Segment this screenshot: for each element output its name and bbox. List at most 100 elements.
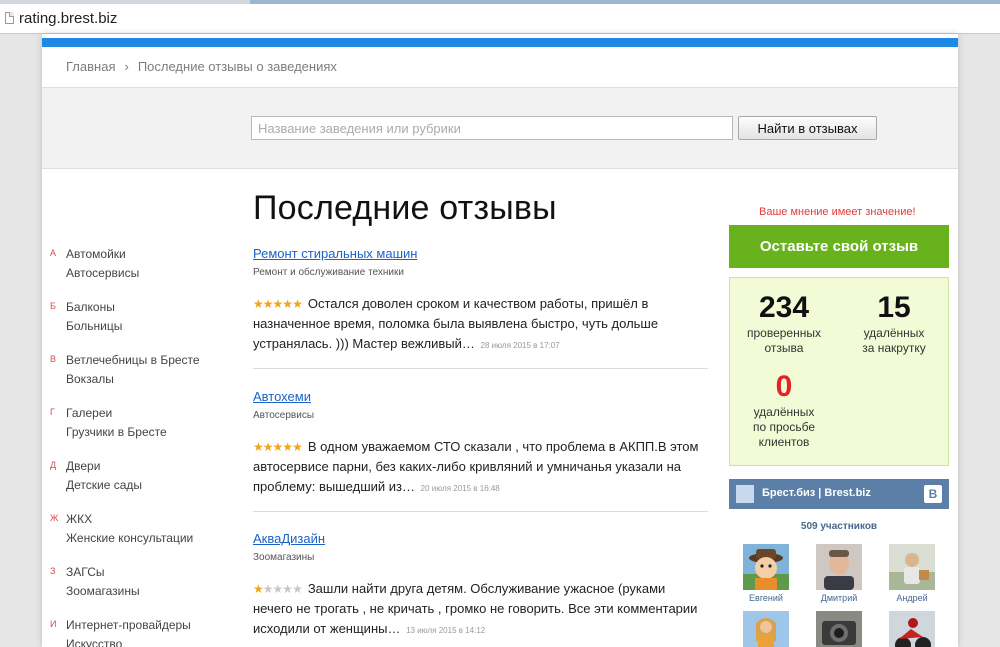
- business-link[interactable]: Автохеми: [253, 389, 311, 404]
- search-button[interactable]: Найти в отзывах: [738, 116, 877, 140]
- business-link[interactable]: АкваДизайн: [253, 531, 325, 546]
- alpha-group: Б Балконы Больницы: [50, 297, 240, 350]
- alpha-letter: Д: [50, 460, 57, 470]
- member-avatar[interactable]: [889, 611, 935, 647]
- review-body: ★★★★★ В одном уважаемом СТО сказали , что…: [253, 437, 708, 499]
- page-icon: [5, 12, 14, 24]
- alpha-letter: А: [50, 248, 57, 258]
- review-item: Ремонт стиральных машин Ремонт и обслужи…: [253, 245, 708, 369]
- page-title: Последние отзывы: [253, 189, 557, 227]
- category-link[interactable]: Больницы: [66, 319, 122, 333]
- stat-removed-fraud: 15 удалённых за накрутку: [842, 292, 946, 356]
- rating-stars: ★★★★★: [253, 297, 303, 311]
- web-page: Главная › Последние отзывы о заведениях На…: [42, 34, 958, 647]
- stat-label: удалённых по просьбе клиентов: [752, 405, 815, 449]
- category-link[interactable]: Зоомагазины: [66, 584, 140, 598]
- category-link[interactable]: Искусство: [66, 637, 122, 647]
- stat-label: проверенных отзыва: [747, 326, 821, 355]
- category-link[interactable]: ЗАГСы: [66, 565, 105, 579]
- alpha-group: З ЗАГСы Зоомагазины: [50, 562, 240, 615]
- star-icon: ★: [262, 582, 274, 596]
- opinion-note: Ваше мнение имеет значение!: [759, 206, 916, 218]
- member-avatar[interactable]: [816, 611, 862, 647]
- top-accent-line: [42, 38, 958, 47]
- alpha-letter: В: [50, 354, 57, 364]
- star-icon: ★: [253, 440, 264, 454]
- star-icon: ★: [292, 297, 303, 311]
- vk-widget-header[interactable]: Брест.биз | Brest.biz B: [729, 479, 949, 509]
- url-text[interactable]: rating.brest.biz: [19, 10, 117, 27]
- category-link[interactable]: Автомойки: [66, 247, 126, 261]
- alpha-group: Ж ЖКХ Женские консультации: [50, 509, 240, 562]
- category-link[interactable]: ЖКХ: [66, 512, 92, 526]
- member-name[interactable]: Дмитрий: [809, 593, 869, 603]
- member-avatar[interactable]: [889, 544, 935, 590]
- stat-value: 0: [775, 370, 793, 403]
- stat-label: удалённых за накрутку: [862, 326, 926, 355]
- star-icon: ★: [282, 440, 293, 454]
- star-icon: ★: [262, 440, 274, 454]
- avatar-image: [816, 611, 862, 647]
- review-text: Остался доволен сроком и качеством работ…: [253, 296, 659, 351]
- category-link[interactable]: Балконы: [66, 300, 115, 314]
- member-avatar[interactable]: [743, 611, 789, 647]
- star-icon: ★: [253, 582, 264, 596]
- review-category: Зоомагазины: [253, 552, 315, 563]
- category-link[interactable]: Женские консультации: [66, 531, 193, 545]
- alpha-group: Д Двери Детские сады: [50, 456, 240, 509]
- breadcrumb-current: Последние отзывы о заведениях: [137, 59, 337, 74]
- leave-review-button[interactable]: Оставьте свой отзыв: [729, 225, 949, 268]
- divider: [253, 511, 708, 512]
- star-icon: ★: [292, 440, 303, 454]
- search-panel: Найти в отзывах: [42, 87, 958, 169]
- breadcrumb-home[interactable]: Главная: [66, 59, 115, 74]
- category-link[interactable]: Галереи: [66, 406, 112, 420]
- vk-icon[interactable]: B: [924, 485, 942, 503]
- review-date: 28 июля 2015 в 17:07: [480, 341, 560, 350]
- alpha-group: И Интернет-провайдеры Искусство: [50, 615, 240, 647]
- category-link[interactable]: Грузчики в Бресте: [66, 425, 167, 439]
- review-category: Ремонт и обслуживание техники: [253, 267, 404, 278]
- search-input[interactable]: [251, 116, 733, 140]
- star-icon: ★: [272, 297, 284, 311]
- avatar-image: [889, 611, 935, 647]
- star-icon: ★: [292, 582, 303, 596]
- category-link[interactable]: Двери: [66, 459, 100, 473]
- review-body: ★★★★★ Зашли найти друга детям. Обслуживан…: [253, 579, 708, 641]
- stat-verified: 234 проверенных отзыва: [732, 292, 836, 356]
- category-link[interactable]: Интернет-провайдеры: [66, 618, 191, 632]
- member-avatar[interactable]: [816, 544, 862, 590]
- alpha-letter: Б: [50, 301, 56, 311]
- alpha-group: А Автомойки Автосервисы: [50, 244, 240, 297]
- vk-group-name[interactable]: Брест.биз | Brest.biz: [762, 487, 871, 499]
- alpha-letter: Г: [50, 407, 55, 417]
- divider: [253, 368, 708, 369]
- star-icon: ★: [282, 297, 293, 311]
- category-link[interactable]: Ветлечебницы в Бресте: [66, 353, 200, 367]
- review-item: АкваДизайн Зоомагазины ★★★★★ Зашли найти …: [253, 530, 708, 641]
- avatar-image: [816, 544, 862, 590]
- vk-members-count[interactable]: 509 участников: [729, 521, 949, 532]
- member-name[interactable]: Андрей: [882, 593, 942, 603]
- category-link[interactable]: Вокзалы: [66, 372, 114, 386]
- member-avatar[interactable]: [743, 544, 789, 590]
- star-icon: ★: [262, 297, 274, 311]
- alpha-group: В Ветлечебницы в Бресте Вокзалы: [50, 350, 240, 403]
- avatar-image: [743, 611, 789, 647]
- alpha-letter: З: [50, 566, 56, 576]
- stat-value: 234: [758, 291, 810, 324]
- address-bar[interactable]: rating.brest.biz: [0, 4, 1000, 34]
- category-link[interactable]: Автосервисы: [66, 266, 139, 280]
- business-link[interactable]: Ремонт стиральных машин: [253, 246, 417, 261]
- alphabet-nav: А Автомойки Автосервисы Б Балконы Больни…: [50, 244, 240, 647]
- review-item: Автохеми Автосервисы ★★★★★ В одном уважае…: [253, 388, 708, 512]
- star-icon: ★: [282, 582, 293, 596]
- category-link[interactable]: Детские сады: [66, 478, 142, 492]
- alpha-letter: И: [50, 619, 57, 629]
- breadcrumb-separator: ›: [124, 59, 129, 74]
- breadcrumb: Главная › Последние отзывы о заведениях: [66, 59, 337, 74]
- avatar-image: [743, 544, 789, 590]
- review-date: 13 июля 2015 в 14:12: [406, 626, 486, 635]
- member-name[interactable]: Евгений: [736, 593, 796, 603]
- stats-panel: 234 проверенных отзыва 15 удалённых за нак…: [729, 277, 949, 466]
